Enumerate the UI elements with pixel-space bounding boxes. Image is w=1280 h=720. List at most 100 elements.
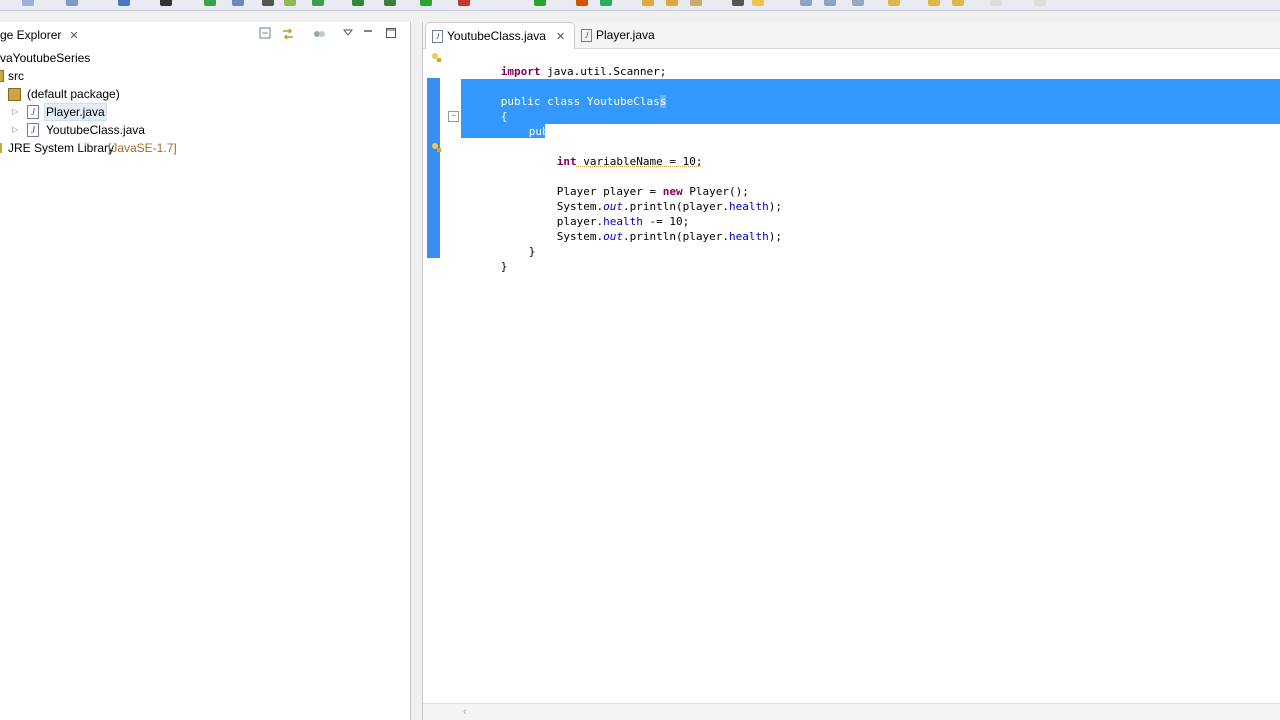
toolbar-icon[interactable] xyxy=(458,0,470,6)
toolbar-icon[interactable] xyxy=(800,0,812,6)
toolbar-icon[interactable] xyxy=(666,0,678,6)
minimize-icon[interactable] xyxy=(361,27,375,41)
warning-marker-icon[interactable] xyxy=(431,142,441,152)
expand-icon[interactable]: ▷ xyxy=(12,126,20,134)
code-token: ); xyxy=(769,230,782,243)
library-version-tag: [JavaSE-1.7] xyxy=(108,139,177,157)
toolbar-icon[interactable] xyxy=(824,0,836,6)
code-token: int xyxy=(557,155,577,168)
code-line-int: int variableName = 10; xyxy=(517,139,702,154)
code-token: System. xyxy=(557,230,603,243)
toolbar-icon[interactable] xyxy=(160,0,172,6)
code-line-player-decl: Player player = new Player(); xyxy=(517,169,749,184)
toolbar-icon[interactable] xyxy=(1034,0,1046,6)
close-icon[interactable]: ✕ xyxy=(69,30,78,42)
toolbar-icon[interactable] xyxy=(22,0,34,6)
collapse-all-icon[interactable] xyxy=(258,27,272,41)
toolbar-icon[interactable] xyxy=(732,0,744,6)
filters-icon[interactable] xyxy=(312,27,326,41)
code-token: variableName = 10; xyxy=(577,155,703,168)
close-icon[interactable]: ✕ xyxy=(556,31,565,43)
toolbar-icon[interactable] xyxy=(852,0,864,6)
code-line-class-close: } xyxy=(461,244,507,259)
toolbar-icon[interactable] xyxy=(118,0,130,6)
tree-item-label: (default package) xyxy=(27,85,120,103)
tree-item-project[interactable]: vaYoutubeSeries xyxy=(0,49,90,67)
code-line-main: public static void main(String[] args) xyxy=(489,109,780,124)
link-with-editor-icon[interactable] xyxy=(281,27,295,41)
horizontal-scrollbar[interactable]: ‹ xyxy=(423,703,1280,720)
code-line-main-close: } xyxy=(489,229,535,244)
java-file-icon: J xyxy=(27,123,39,137)
scroll-left-icon[interactable]: ‹ xyxy=(463,706,467,718)
toolbar-icon[interactable] xyxy=(66,0,78,6)
code-token: public static void main(String[] args) xyxy=(529,125,781,138)
code-token: } xyxy=(529,245,536,258)
toolbar-icon[interactable] xyxy=(284,0,296,6)
code-token: } xyxy=(501,260,508,273)
selection-range-indicator xyxy=(427,78,440,258)
java-editor: J YoutubeClass.java ✕ J Player.java − impor… xyxy=(422,22,1280,720)
toolbar-icon[interactable] xyxy=(888,0,900,6)
code-line-main-open: { xyxy=(489,124,535,139)
package-explorer-tab[interactable]: ge Explorer ✕ xyxy=(0,22,87,48)
toolbar-icon[interactable] xyxy=(576,0,588,6)
tree-item-label: JRE System Library xyxy=(8,139,114,157)
tree-item-player-java[interactable]: ▷ J Player.java xyxy=(0,103,200,121)
library-icon xyxy=(0,143,2,153)
package-explorer-title: ge Explorer xyxy=(0,28,61,42)
code-token: java.util.Scanner; xyxy=(541,65,667,78)
toolbar-icon[interactable] xyxy=(384,0,396,6)
toolbar-icon[interactable] xyxy=(952,0,964,6)
code-token: health xyxy=(729,200,769,213)
tree-item-label: vaYoutubeSeries xyxy=(0,51,90,65)
tab-label: YoutubeClass.java xyxy=(447,29,546,43)
run-icon[interactable] xyxy=(420,0,432,6)
code-line-open-brace: { xyxy=(461,94,507,109)
toolbar-icon[interactable] xyxy=(690,0,702,6)
code-token: s xyxy=(660,95,667,108)
code-token: import xyxy=(501,65,541,78)
toolbar-icon[interactable] xyxy=(600,0,612,6)
code-token: public class YoutubeClas xyxy=(501,95,660,108)
toolbar-icon[interactable] xyxy=(262,0,274,6)
fold-collapse-icon[interactable]: − xyxy=(448,111,459,122)
tab-youtubeclass-java[interactable]: J YoutubeClass.java ✕ xyxy=(425,22,575,49)
tree-item-src[interactable]: src xyxy=(0,67,24,85)
java-file-icon: J xyxy=(432,30,443,43)
tree-item-jre-library[interactable]: JRE System Library [JavaSE-1.7] xyxy=(0,139,260,157)
code-token: ); xyxy=(769,200,782,213)
code-token: out xyxy=(603,230,623,243)
code-line-decrement: player.health -= 10; xyxy=(517,199,689,214)
code-line-print-2: System.out.println(player.health); xyxy=(517,214,782,229)
view-menu-icon[interactable] xyxy=(341,27,355,41)
toolbar-icon[interactable] xyxy=(928,0,940,6)
toolbar-icon[interactable] xyxy=(990,0,1002,6)
warning-marker-icon[interactable] xyxy=(431,52,441,62)
tree-item-label: src xyxy=(8,69,24,83)
toolbar-icon[interactable] xyxy=(232,0,244,6)
editor-tabs: J YoutubeClass.java ✕ J Player.java xyxy=(423,22,1280,49)
maximize-icon[interactable] xyxy=(384,27,398,41)
tree-item-default-package[interactable]: (default package) xyxy=(0,85,200,103)
main-toolbar xyxy=(0,0,1280,11)
tree-item-youtubeclass-java[interactable]: ▷ J YoutubeClass.java xyxy=(0,121,200,139)
package-explorer-header: ge Explorer ✕ xyxy=(0,22,410,48)
package-icon xyxy=(8,88,21,101)
tree-item-label: YoutubeClass.java xyxy=(46,121,145,139)
expand-icon[interactable]: ▷ xyxy=(12,108,20,116)
tab-player-java[interactable]: J Player.java xyxy=(575,22,665,48)
tree-item-label: Player.java xyxy=(44,103,107,121)
toolbar-icon[interactable] xyxy=(642,0,654,6)
toolbar-icon[interactable] xyxy=(752,0,764,6)
toolbar-icon[interactable] xyxy=(312,0,324,6)
tab-label: Player.java xyxy=(596,28,655,42)
code-line-print-1: System.out.println(player.health); xyxy=(517,184,782,199)
toolbar-icon[interactable] xyxy=(352,0,364,6)
java-file-icon: J xyxy=(27,105,39,119)
code-token: health xyxy=(729,230,769,243)
toolbar-icon[interactable] xyxy=(534,0,546,6)
package-explorer: ge Explorer ✕ vaYoutubeSeries src (defau… xyxy=(0,22,411,720)
toolbar-icon[interactable] xyxy=(204,0,216,6)
source-folder-icon xyxy=(0,70,4,82)
